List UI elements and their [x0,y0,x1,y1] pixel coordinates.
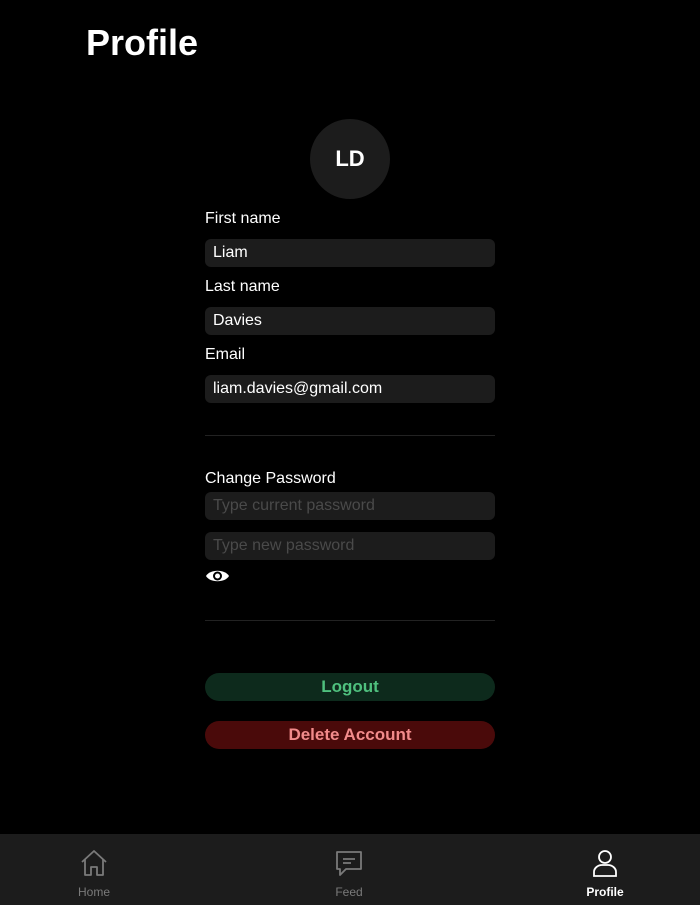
avatar-initials: LD [335,146,365,171]
change-password-label: Change Password [205,470,336,487]
email-field[interactable] [205,375,495,403]
divider [205,620,495,621]
tab-feed-label: Feed [335,885,363,899]
delete-account-button[interactable]: Delete Account [205,721,495,749]
home-icon [79,834,109,883]
tab-profile[interactable]: Profile [550,834,660,905]
first-name-field[interactable] [205,239,495,267]
profile-form: First name Last name Email [205,209,495,413]
tab-profile-label: Profile [586,885,624,899]
divider [205,435,495,436]
tab-home-label: Home [77,885,110,899]
last-name-label: Last name [205,278,280,295]
first-name-group: First name [205,209,495,267]
last-name-group: Last name [205,277,495,335]
eye-icon[interactable] [205,566,230,586]
email-group: Email [205,345,495,403]
bottom-tab-bar: Home Feed Profile [0,834,700,905]
page-title: Profile [86,22,199,63]
last-name-field[interactable] [205,307,495,335]
avatar: LD [310,119,390,199]
tab-feed[interactable]: Feed [294,834,404,905]
user-icon [590,834,620,883]
chat-icon [334,834,364,883]
tab-home[interactable]: Home [39,834,149,905]
first-name-label: First name [205,210,281,227]
email-label: Email [205,346,246,363]
logout-button[interactable]: Logout [205,673,495,701]
new-password-field[interactable] [205,532,495,560]
current-password-field[interactable] [205,492,495,520]
profile-page: Profile LD First name Last name Email Ch… [0,0,700,905]
